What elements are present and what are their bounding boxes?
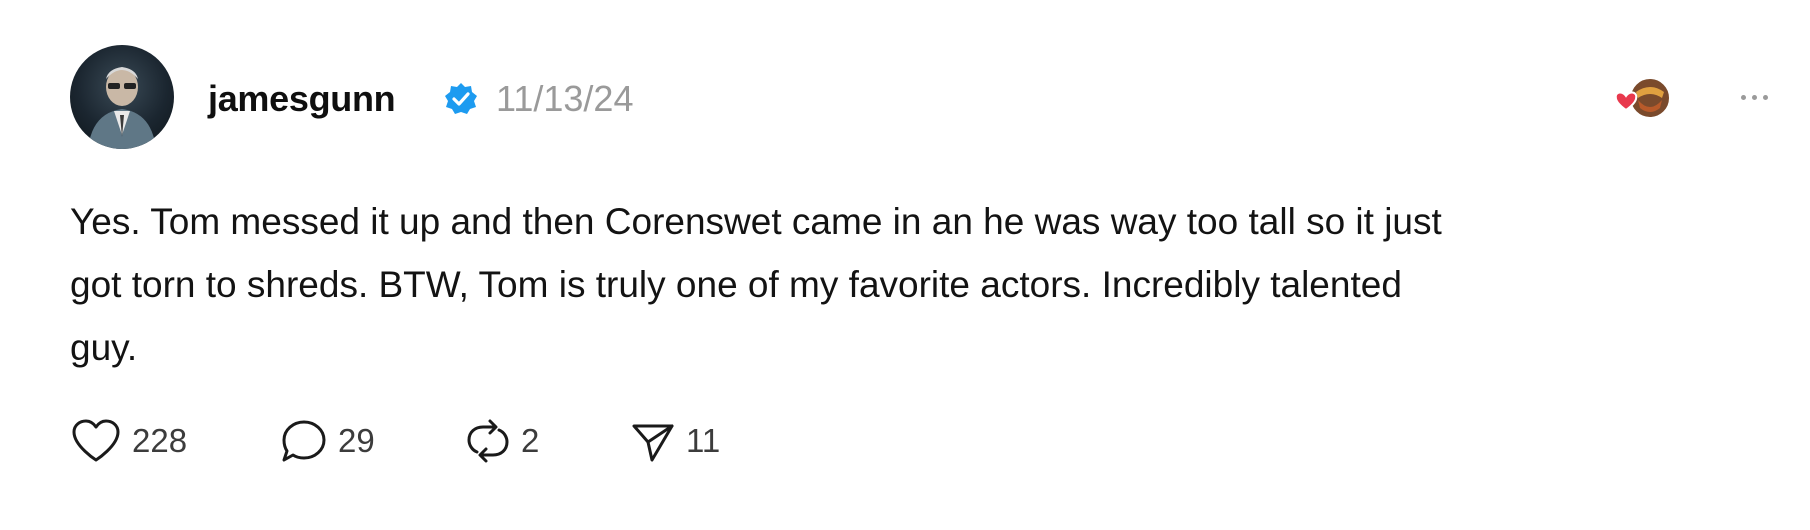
reply-button[interactable]: 29 xyxy=(280,412,375,470)
heart-icon xyxy=(72,419,120,462)
repost-count: 2 xyxy=(521,422,540,459)
comment-icon xyxy=(282,420,326,462)
post-body-text: Yes. Tom messed it up and then Corenswet… xyxy=(70,201,1442,368)
heart-and-avatar-reaction-icon[interactable] xyxy=(1612,74,1674,126)
repost-button[interactable]: 2 xyxy=(465,412,539,470)
verified-badge-icon xyxy=(445,83,477,114)
thread-post: jamesgunn 11/13/24 Yes. Tom messed it up… xyxy=(0,0,1810,530)
repost-icon xyxy=(467,419,509,463)
username[interactable]: jamesgunn xyxy=(208,78,396,120)
ellipsis-icon xyxy=(1740,94,1746,100)
more-options-button[interactable] xyxy=(1730,82,1778,112)
share-button[interactable]: 11 xyxy=(630,412,720,470)
post-timestamp: 11/13/24 xyxy=(496,78,634,119)
like-button[interactable]: 228 xyxy=(70,412,187,470)
send-icon xyxy=(632,424,674,462)
avatar[interactable] xyxy=(70,45,174,149)
share-count: 11 xyxy=(686,422,721,459)
profile-photo-icon xyxy=(88,67,156,149)
like-count: 228 xyxy=(132,422,188,459)
reply-count: 29 xyxy=(338,422,375,459)
